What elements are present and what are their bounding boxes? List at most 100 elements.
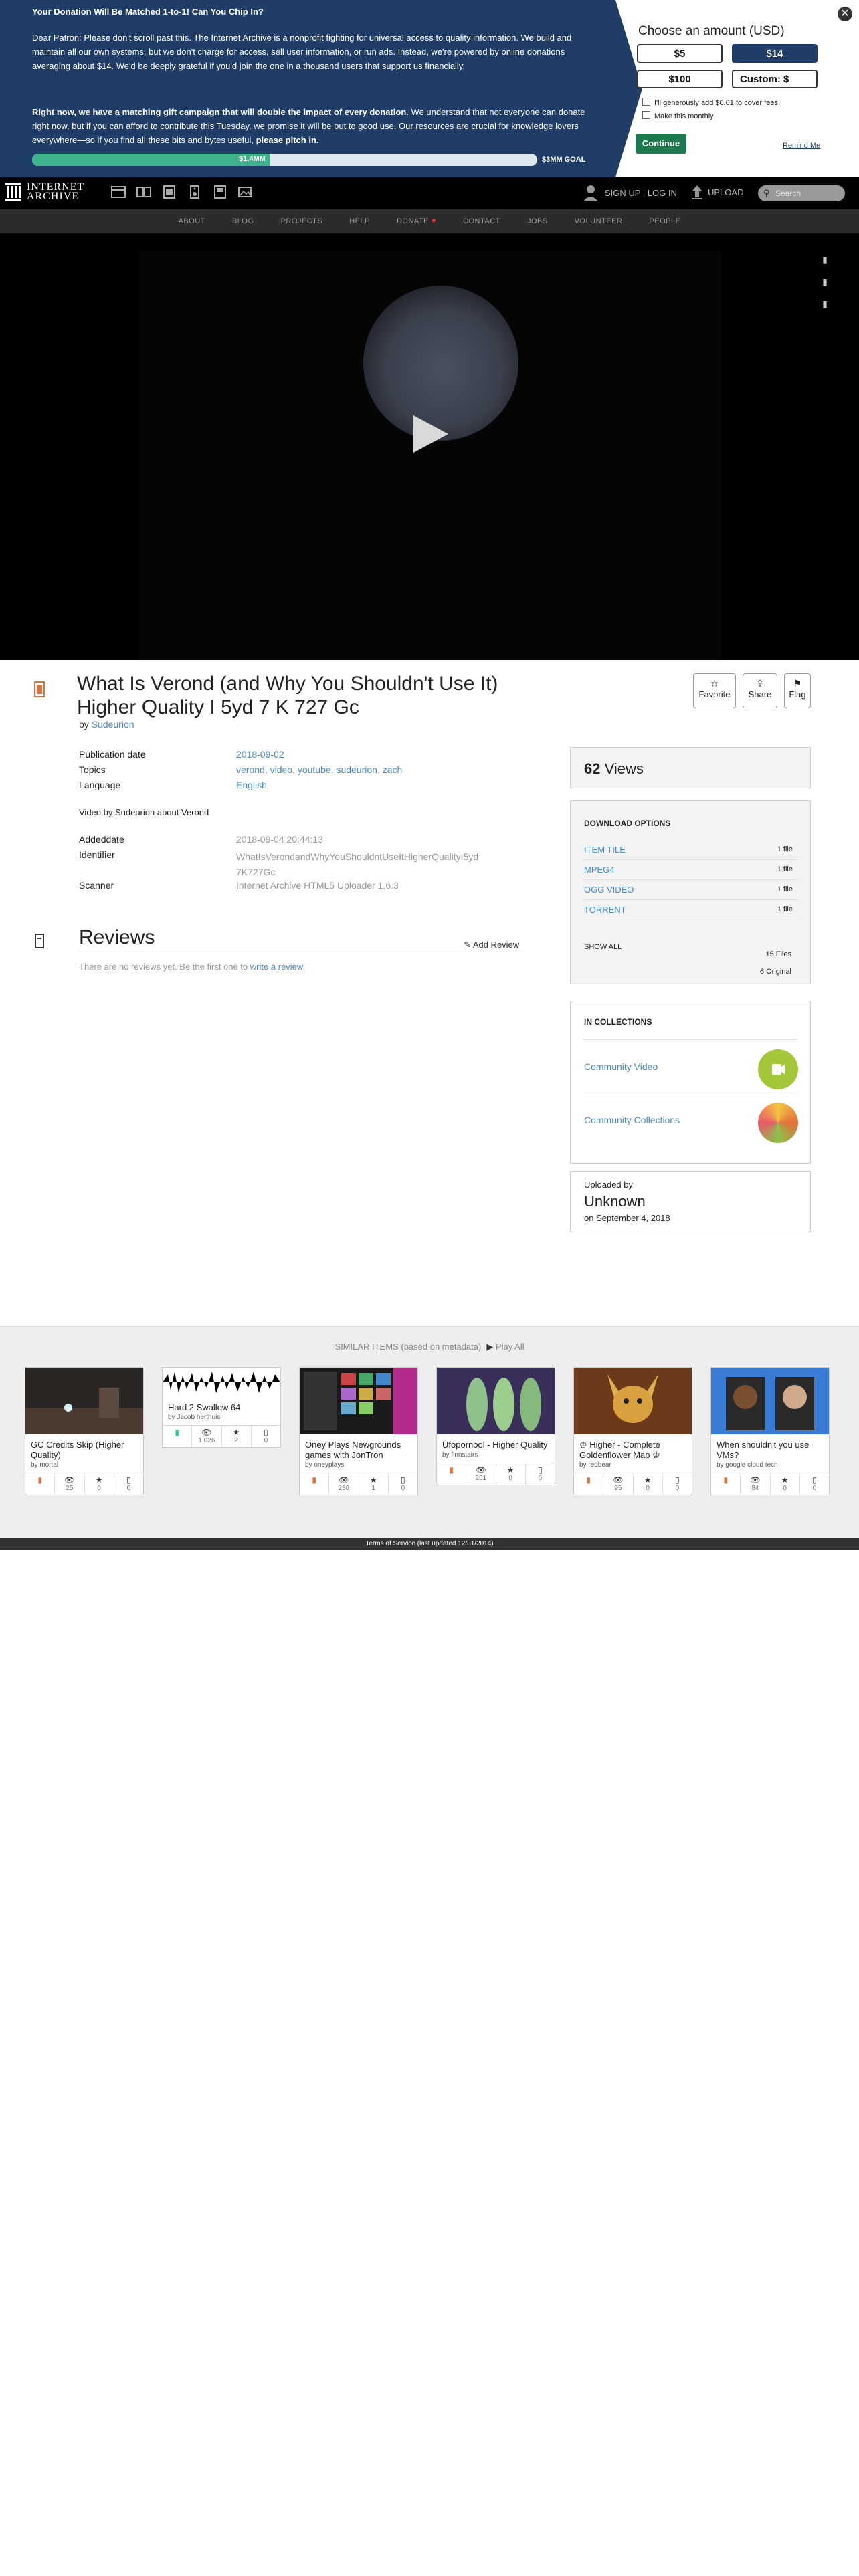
card-author: by oneyplays <box>305 1461 345 1469</box>
card-title: When shouldn't you use VMs? <box>717 1440 809 1460</box>
fullscreen-icon[interactable]: ▮ <box>819 298 831 310</box>
item-thumbnail <box>25 1368 143 1434</box>
video-player[interactable] <box>139 252 721 660</box>
monthly-checkbox[interactable]: Make this monthly <box>642 111 714 120</box>
card-stats: ▮ 👁 201 ★ 0 ▯ 0 <box>437 1463 555 1485</box>
share-button[interactable]: ⇪ Share <box>743 673 777 708</box>
item-title: What Is Verond (and Why You Shouldn't Us… <box>77 673 498 718</box>
card-author: by mortal <box>31 1461 59 1469</box>
card-stats: ▮ 👁 1,026 ★ 2 ▯ 0 <box>163 1425 280 1447</box>
similar-item-card[interactable]: When shouldn't you use VMs? by google cl… <box>710 1367 830 1495</box>
footer: Terms of Service (last updated 12/31/201… <box>0 1538 859 1550</box>
upload-link[interactable]: UPLOAD <box>690 184 743 200</box>
amount-5-button[interactable]: $5 <box>637 44 723 63</box>
views-stat: 👁 1,026 <box>192 1426 222 1447</box>
card-stats: ▮ 👁 84 ★ 0 ▯ 0 <box>711 1473 829 1495</box>
custom-amount-input[interactable]: Custom: $ <box>732 70 818 88</box>
card-author: by redbear <box>579 1461 611 1469</box>
card-title: ♔ Higher - Complete Goldenflower Map ♔ <box>579 1440 660 1460</box>
movie-type-icon: ▮ <box>300 1473 330 1495</box>
reviews-stat: ▯ 0 <box>675 1475 680 1492</box>
topic-link[interactable]: verond <box>236 764 265 775</box>
amount-14-button[interactable]: $14 <box>732 44 818 63</box>
audio-type-icon: ▮ <box>163 1426 193 1447</box>
views-box: 62 Views <box>570 747 811 788</box>
reviews-stat: ▯ 0 <box>264 1428 268 1444</box>
close-icon[interactable]: ✕ <box>838 7 852 21</box>
similar-item-card[interactable]: GC Credits Skip (Higher Quality) by mort… <box>25 1367 144 1495</box>
item-thumbnail <box>437 1368 555 1434</box>
views-stat: 👁 25 <box>55 1473 85 1495</box>
favorites-stat: ★ 0 <box>85 1473 114 1495</box>
topic-link[interactable]: zach <box>383 764 403 775</box>
video-icon[interactable] <box>161 185 177 201</box>
images-icon[interactable] <box>237 185 254 201</box>
signup-login-link[interactable]: SIGN UP | LOG IN <box>582 184 677 201</box>
topics-label: Topics <box>79 764 106 775</box>
uploader-name: Unknown <box>584 1193 646 1210</box>
collections-box: IN COLLECTIONS Community Video Community… <box>570 1002 811 1164</box>
user-icon <box>583 185 598 201</box>
archive-building-icon <box>5 183 21 201</box>
movie-type-icon: ▮ <box>25 1473 56 1495</box>
publication-date-label: Publication date <box>79 749 146 760</box>
publication-date-value[interactable]: 2018-09-02 <box>236 749 284 760</box>
topic-link[interactable]: youtube <box>298 764 331 775</box>
nav-donate[interactable]: DONATE ♥ <box>397 209 436 233</box>
texts-icon[interactable] <box>136 185 152 201</box>
terms-link[interactable]: Terms of Service (last updated 12/31/201… <box>365 1540 493 1547</box>
play-icon[interactable] <box>413 415 448 453</box>
similar-item-card[interactable]: Oney Plays Newgrounds games with JonTron… <box>299 1367 418 1495</box>
collection-item[interactable]: Community Collections <box>584 1093 798 1147</box>
item-thumbnail <box>163 1368 280 1397</box>
cover-fees-checkbox[interactable]: I'll generously add $0.61 to cover fees. <box>642 98 780 107</box>
nav-blog[interactable]: BLOG <box>232 209 254 233</box>
flag-icon: ⚑ <box>793 678 802 689</box>
grid-view-icon[interactable]: ▮ <box>819 276 831 288</box>
language-value[interactable]: English <box>236 780 267 790</box>
continue-button[interactable]: Continue <box>636 134 686 154</box>
scanner-value: Internet Archive HTML5 Uploader 1.6.3 <box>236 880 399 891</box>
nav-jobs[interactable]: JOBS <box>527 209 548 233</box>
card-stats: ▮ 👁 25 ★ 0 ▯ 0 <box>25 1473 143 1495</box>
nav-people[interactable]: PEOPLE <box>649 209 680 233</box>
banner-title: Your Donation Will Be Matched 1-to-1! Ca… <box>32 7 264 17</box>
donation-progress-bar: $1.4MM <box>32 154 537 166</box>
similar-item-card[interactable]: Ufopornool - Higher Quality by finnstair… <box>436 1367 555 1485</box>
choose-amount-label: Choose an amount (USD) <box>638 24 785 38</box>
software-icon[interactable] <box>212 185 228 201</box>
language-label: Language <box>79 780 121 790</box>
donation-form: Choose an amount (USD) $5 $14 $100 Custo… <box>636 0 830 177</box>
search-input[interactable]: ⚲ Search <box>758 185 845 201</box>
author-link[interactable]: Sudeurion <box>92 719 134 730</box>
audio-icon[interactable] <box>187 185 203 201</box>
similar-item-card[interactable]: Hard 2 Swallow 64 by Jacob herthuis ▮ 👁 1… <box>162 1367 281 1448</box>
topic-link[interactable]: video <box>270 764 292 775</box>
add-review-button[interactable]: ✎ Add Review <box>464 940 519 950</box>
nav-contact[interactable]: CONTACT <box>463 209 500 233</box>
download-row[interactable]: OGG VIDEO 1 file <box>584 879 798 900</box>
write-review-link[interactable]: write a review <box>250 962 303 972</box>
card-stats: ▮ 👁 95 ★ 0 ▯ 0 <box>574 1473 692 1495</box>
similar-item-card[interactable]: ♔ Higher - Complete Goldenflower Map ♔ b… <box>573 1367 692 1495</box>
download-row[interactable]: MPEG4 1 file <box>584 859 798 880</box>
list-view-icon[interactable]: ▮ <box>819 253 831 265</box>
remind-me-link[interactable]: Remind Me <box>783 142 820 150</box>
nav-projects[interactable]: PROJECTS <box>281 209 323 233</box>
show-all-link[interactable]: SHOW ALL <box>584 943 622 951</box>
topic-link[interactable]: sudeurion <box>336 764 377 775</box>
web-icon[interactable] <box>110 185 126 201</box>
download-row[interactable]: ITEM TILE 1 file <box>584 839 798 860</box>
favorite-button[interactable]: ☆ Favorite <box>693 673 736 708</box>
flag-button[interactable]: ⚑ Flag <box>784 673 811 708</box>
nav-about[interactable]: ABOUT <box>179 209 205 233</box>
download-row[interactable]: TORRENT 1 file <box>584 899 798 920</box>
item-thumbnail <box>711 1368 829 1434</box>
play-all-button[interactable]: ▶ Play All <box>486 1341 524 1352</box>
amount-100-button[interactable]: $100 <box>637 70 723 88</box>
nav-help[interactable]: HELP <box>349 209 370 233</box>
internet-archive-logo[interactable]: INTERNET ARCHIVE <box>5 182 84 202</box>
banner-paragraph-1: Dear Patron: Please don't scroll past th… <box>32 33 572 71</box>
collection-item[interactable]: Community Video <box>584 1039 798 1093</box>
nav-volunteer[interactable]: VOLUNTEER <box>575 209 623 233</box>
